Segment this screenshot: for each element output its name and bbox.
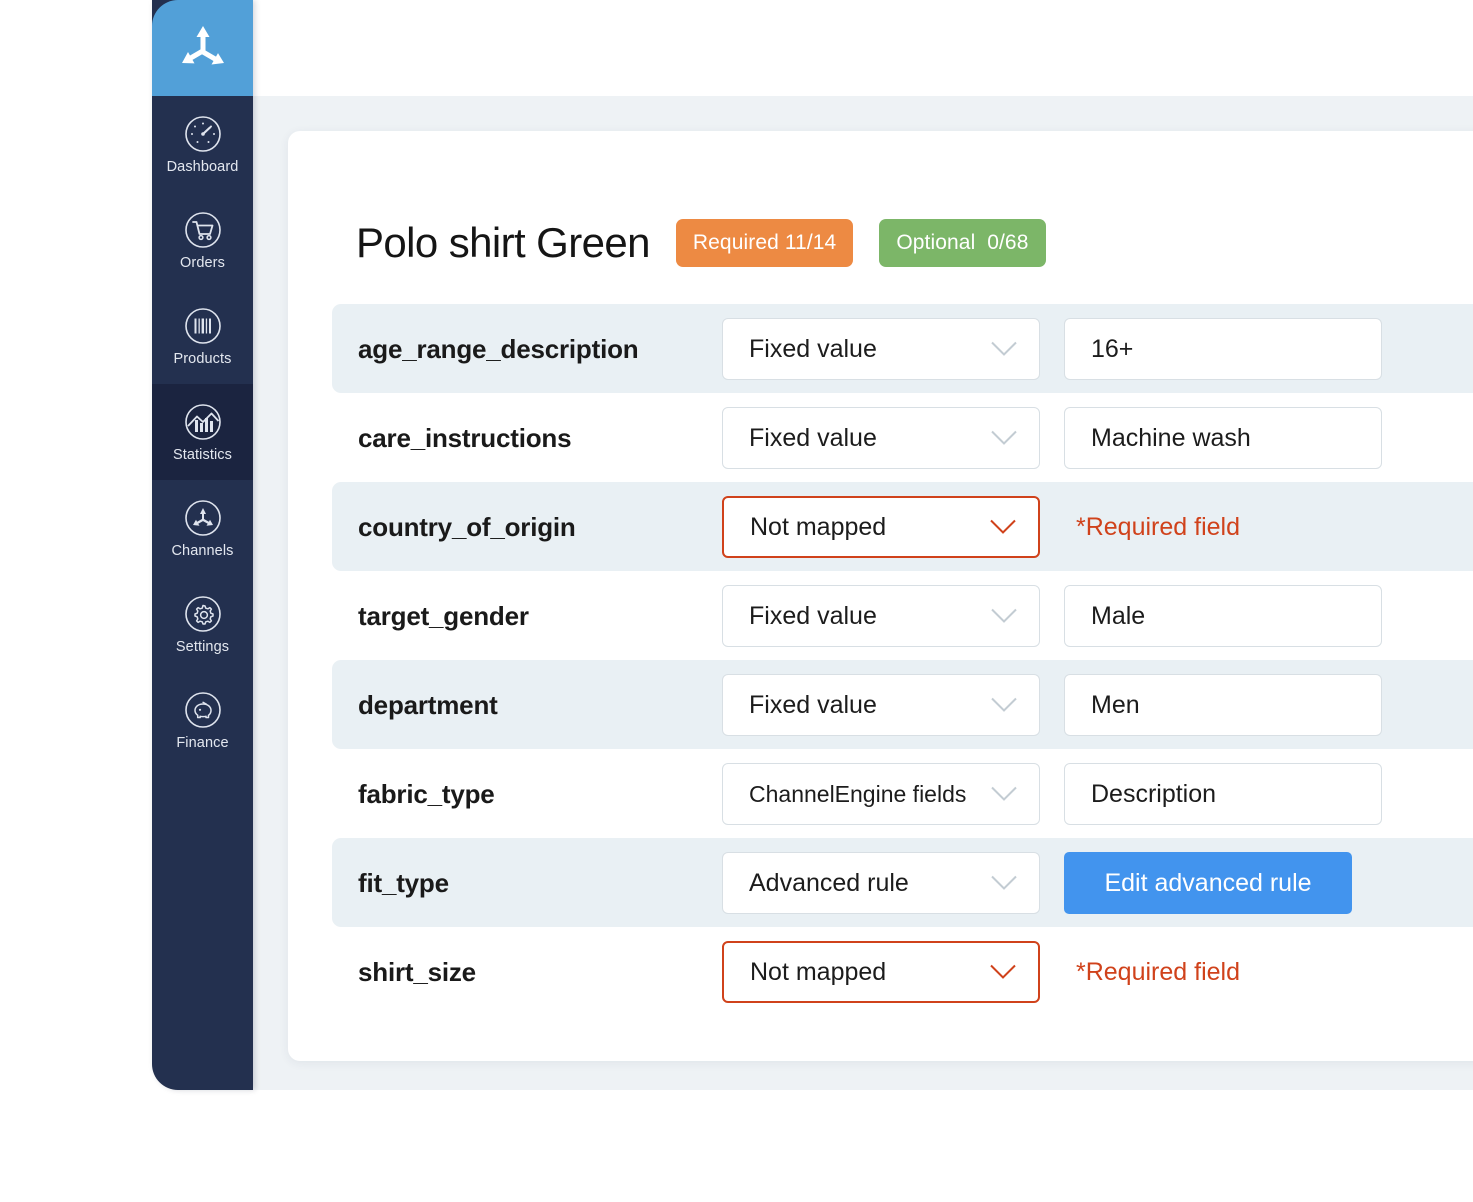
mapping-type-value: Not mapped bbox=[750, 512, 887, 541]
chevron-down-icon bbox=[990, 964, 1016, 979]
mapping-type-select[interactable]: Fixed value bbox=[722, 406, 1040, 469]
gear-icon bbox=[183, 594, 223, 634]
sidebar-item-label: Orders bbox=[180, 254, 225, 271]
table-row: fabric_type ChannelEngine fields Descrip… bbox=[332, 749, 1473, 838]
chevron-down-icon bbox=[991, 430, 1017, 445]
field-name-label: department bbox=[358, 689, 498, 720]
gauge-icon bbox=[183, 114, 223, 154]
field-name-label: country_of_origin bbox=[358, 511, 576, 542]
mapping-type-value: Fixed value bbox=[749, 690, 877, 719]
barcode-icon bbox=[183, 306, 223, 346]
table-row: country_of_origin Not mapped *Required f… bbox=[332, 482, 1473, 571]
mapping-type-value: Fixed value bbox=[749, 334, 877, 363]
mapping-type-select[interactable]: Fixed value bbox=[722, 317, 1040, 380]
piggy-bank-icon bbox=[183, 690, 223, 730]
sidebar-item-orders[interactable]: Orders bbox=[152, 192, 253, 288]
app-logo[interactable] bbox=[152, 0, 253, 96]
sidebar-item-label: Dashboard bbox=[166, 158, 239, 175]
mapping-value-input[interactable]: Men bbox=[1064, 673, 1382, 736]
table-row: age_range_description Fixed value 16+ bbox=[332, 304, 1473, 393]
table-row: department Fixed value Men bbox=[332, 660, 1473, 749]
chevron-down-icon bbox=[991, 341, 1017, 356]
sidebar-item-label: Statistics bbox=[172, 446, 232, 463]
mapping-value-text: 16+ bbox=[1091, 334, 1134, 363]
channelengine-logo-icon bbox=[176, 21, 230, 75]
mapping-type-value: Not mapped bbox=[750, 957, 887, 986]
table-row: fit_type Advanced rule Edit advanced rul… bbox=[332, 838, 1473, 927]
sidebar: Dashboard Orders Products Statistics Cha… bbox=[152, 0, 253, 1090]
sidebar-item-statistics[interactable]: Statistics bbox=[152, 384, 253, 480]
status-badge-optional: Optional 0/68 bbox=[879, 219, 1046, 268]
chevron-down-icon bbox=[991, 875, 1017, 890]
mapping-value-input[interactable]: 16+ bbox=[1064, 317, 1382, 380]
mapping-type-value: Fixed value bbox=[749, 423, 877, 452]
sidebar-item-products[interactable]: Products bbox=[152, 288, 253, 384]
mapping-value-input[interactable]: Description bbox=[1064, 762, 1382, 825]
mapping-type-value: Advanced rule bbox=[749, 868, 909, 897]
mapping-type-select[interactable]: Not mapped bbox=[722, 940, 1040, 1003]
sidebar-item-label: Settings bbox=[175, 638, 230, 655]
field-name-label: age_range_description bbox=[358, 333, 639, 364]
mapping-type-value: ChannelEngine fields bbox=[749, 780, 967, 807]
mapping-rows-list: age_range_description Fixed value 16+ ca… bbox=[332, 304, 1473, 1016]
mapping-type-select[interactable]: Fixed value bbox=[722, 673, 1040, 736]
mapping-value-text: Description bbox=[1091, 779, 1217, 808]
mapping-type-value: Fixed value bbox=[749, 601, 877, 630]
mapping-type-select[interactable]: Advanced rule bbox=[722, 851, 1040, 914]
table-row: care_instructions Fixed value Machine wa… bbox=[332, 393, 1473, 482]
card-header: Polo shirt Green Required 11/14 Optional… bbox=[356, 192, 1046, 294]
mapping-value-input[interactable]: Machine wash bbox=[1064, 406, 1382, 469]
channels-icon bbox=[183, 498, 223, 538]
edit-advanced-rule-button[interactable]: Edit advanced rule bbox=[1064, 851, 1352, 914]
field-name-label: fit_type bbox=[358, 867, 449, 898]
mapping-value-text: Men bbox=[1091, 690, 1140, 719]
sidebar-item-settings[interactable]: Settings bbox=[152, 576, 253, 672]
mapping-type-select[interactable]: ChannelEngine fields bbox=[722, 762, 1040, 825]
table-row: target_gender Fixed value Male bbox=[332, 571, 1473, 660]
field-name-label: target_gender bbox=[358, 600, 529, 631]
field-name-label: care_instructions bbox=[358, 422, 572, 453]
table-row: shirt_size Not mapped *Required field bbox=[332, 927, 1473, 1016]
mapping-type-select[interactable]: Not mapped bbox=[722, 495, 1040, 558]
chevron-down-icon bbox=[991, 786, 1017, 801]
mapping-value-text: Male bbox=[1091, 601, 1146, 630]
field-name-label: fabric_type bbox=[358, 778, 495, 809]
page-title: Polo shirt Green bbox=[356, 219, 650, 267]
chevron-down-icon bbox=[991, 697, 1017, 712]
sidebar-item-label: Finance bbox=[176, 734, 229, 751]
required-field-message: *Required field bbox=[1076, 957, 1240, 986]
chevron-down-icon bbox=[991, 608, 1017, 623]
field-name-label: shirt_size bbox=[358, 956, 476, 987]
product-field-mapping-card: Polo shirt Green Required 11/14 Optional… bbox=[288, 131, 1473, 1061]
sidebar-item-dashboard[interactable]: Dashboard bbox=[152, 96, 253, 192]
sidebar-item-label: Products bbox=[173, 350, 232, 367]
required-field-message: *Required field bbox=[1076, 512, 1240, 541]
mapping-value-text: Machine wash bbox=[1091, 423, 1251, 452]
status-badge-required: Required 11/14 bbox=[675, 219, 854, 268]
sidebar-item-finance[interactable]: Finance bbox=[152, 672, 253, 768]
mapping-value-input[interactable]: Male bbox=[1064, 584, 1382, 647]
bar-chart-icon bbox=[183, 402, 223, 442]
sidebar-item-label: Channels bbox=[171, 542, 234, 559]
shopping-cart-icon bbox=[183, 210, 223, 250]
sidebar-item-channels[interactable]: Channels bbox=[152, 480, 253, 576]
chevron-down-icon bbox=[990, 519, 1016, 534]
app-window: Dashboard Orders Products Statistics Cha… bbox=[0, 0, 1473, 1090]
mapping-type-select[interactable]: Fixed value bbox=[722, 584, 1040, 647]
